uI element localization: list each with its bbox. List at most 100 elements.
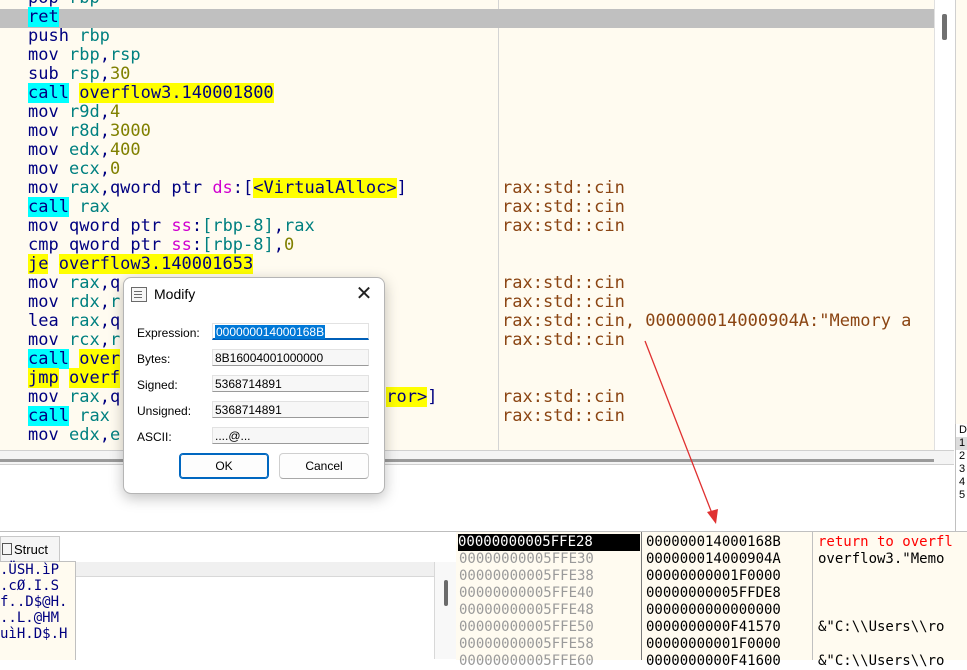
struct-view[interactable] (76, 562, 434, 659)
stack-address: 00000000005FFE40 (459, 585, 594, 601)
disasm-instruction: mov rax,q (28, 273, 121, 293)
disasm-instruction: mov rdx,r (28, 292, 121, 312)
disasm-comment: rax:std::cin (502, 197, 625, 217)
stack-address: 00000000005FFE50 (459, 619, 594, 635)
dialog-app-icon (131, 287, 147, 302)
signed-field[interactable]: 5368714891 (212, 375, 369, 392)
stack-row[interactable]: 00000000005FFE28 000000014000168B return t… (456, 534, 967, 551)
dialog-title: Modify (154, 286, 196, 302)
disasm-row[interactable]: mov rax,qword ptr ds:[<VirtualAlloc>] rax… (0, 178, 934, 199)
stack-value: 0000000000F41600 (646, 653, 781, 669)
stack-row[interactable]: 00000000005FFE60 0000000000F41600 &"C:\\Us… (456, 653, 967, 670)
disasm-row[interactable]: mov rbp,rsp (0, 46, 934, 66)
stack-view[interactable]: 00000000005FFE28 000000014000168B return t… (456, 531, 967, 669)
register-panel-edge: D 1 2 3 4 5 (955, 424, 967, 534)
dump-line: uìH.D$.H (0, 626, 68, 642)
disasm-instruction: call overflow3.140001800 (28, 83, 274, 103)
disasm-instruction: mov r8d,3000 (28, 121, 151, 141)
dump-ascii-column[interactable]: .ÜSH.ìP .cØ.I.S f..D$@H. ..L.@HM uìH.D$.… (0, 561, 76, 660)
ok-button[interactable]: OK (179, 453, 269, 479)
stack-address: 00000000005FFE60 (459, 653, 594, 669)
disasm-row[interactable]: ret (0, 7, 934, 28)
disasm-instruction: lea rax,q (28, 311, 121, 331)
signed-label: Signed: (137, 378, 178, 392)
panel-label: 4 (959, 476, 966, 488)
disasm-row[interactable]: pop rbp (0, 0, 934, 9)
unsigned-label: Unsigned: (137, 404, 192, 418)
panel-label: 5 (959, 489, 966, 501)
disasm-instruction: ret (28, 7, 59, 27)
stack-row[interactable]: 00000000005FFE58 00000000001F0000 (456, 636, 967, 653)
stack-address: 00000000005FFE30 (459, 551, 594, 567)
dump-line: ..L.@HM (0, 610, 60, 626)
close-icon[interactable]: ✕ (350, 281, 378, 307)
ascii-field[interactable]: ....@... (212, 427, 369, 444)
dump-line: .cØ.I.S (0, 578, 60, 594)
disasm-row[interactable]: call overflow3.140001800 (0, 83, 934, 104)
expression-field[interactable]: 000000014000168B (212, 323, 369, 340)
expression-label: Expression: (137, 326, 200, 340)
stack-comment: &"C:\\Users\\ro (818, 619, 945, 635)
stack-value: 000000014000168B (646, 534, 781, 550)
struct-icon (2, 543, 12, 555)
tab-struct-label: Struct (14, 542, 48, 557)
disasm-comment: rax:std::cin (502, 387, 625, 407)
stack-row[interactable]: 00000000005FFE40 00000000005FFDE8 (456, 585, 967, 602)
stack-value: 00000000001F0000 (646, 568, 781, 584)
stack-value: 000000014000904A (646, 551, 781, 567)
bytes-field[interactable]: 8B16004001000000 (212, 349, 369, 366)
stack-comment: return to overfl (818, 534, 953, 550)
disasm-comment: rax:std::cin, 000000014000904A:"Memory a (502, 311, 912, 331)
disasm-instruction: je overflow3.140001653 (28, 254, 254, 274)
stack-value: 00000000001F0000 (646, 636, 781, 652)
disasm-instruction: call rax (28, 197, 110, 217)
dump-line: .ÜSH.ìP (0, 562, 60, 578)
disasm-instruction: sub rsp,30 (28, 64, 131, 84)
disasm-instruction: call rax (28, 406, 110, 426)
stack-row[interactable]: 00000000005FFE38 00000000001F0000 (456, 568, 967, 585)
disasm-comment: rax:std::cin (502, 292, 625, 312)
disasm-instruction: mov edx,e (28, 425, 121, 445)
panel-label: 1 (956, 437, 967, 450)
struct-scrollbar[interactable] (434, 562, 457, 659)
disassembly-scrollbar[interactable] (934, 0, 955, 450)
struct-header (76, 562, 434, 577)
disasm-instruction: call over (28, 349, 121, 369)
disasm-instruction: jmp overf (28, 368, 121, 388)
disasm-instruction: cmp qword ptr ss:[rbp-8],0 (28, 235, 295, 255)
cancel-button[interactable]: Cancel (279, 453, 369, 479)
disasm-instruction: mov rax,qword ptr ds:[<VirtualAlloc>] (28, 178, 407, 198)
disasm-instruction: mov ecx,0 (28, 159, 121, 179)
expression-value: 000000014000168B (215, 325, 326, 339)
stack-row[interactable]: 00000000005FFE30 000000014000904A overflow… (456, 551, 967, 568)
panel-label: D (959, 424, 967, 436)
stack-value: 0000000000F41570 (646, 619, 781, 635)
stack-comment: overflow3."Memo (818, 551, 945, 567)
stack-row[interactable]: 00000000005FFE50 0000000000F41570 &"C:\\Us… (456, 619, 967, 636)
stack-row[interactable]: 00000000005FFE48 0000000000000000 (456, 602, 967, 619)
disasm-comment: rax:std::cin (502, 178, 625, 198)
ascii-label: ASCII: (137, 430, 172, 444)
scrollbar-thumb[interactable] (942, 14, 947, 40)
panel-label: 2 (959, 450, 966, 462)
disasm-comment: rax:std::cin (502, 406, 625, 426)
tab-struct[interactable]: Struct (0, 536, 60, 562)
disasm-instruction: mov qword ptr ss:[rbp-8],rax (28, 216, 315, 236)
disasm-comment: rax:std::cin (502, 216, 625, 236)
stack-comment: &"C:\\Users\\ro (818, 653, 945, 669)
disasm-row[interactable]: mov edx,400 (0, 140, 934, 161)
disasm-instruction: mov edx,400 (28, 140, 141, 160)
disasm-instruction: mov r9d,4 (28, 102, 121, 122)
stack-value: 00000000005FFDE8 (646, 585, 781, 601)
dump-line: f..D$@H. (0, 594, 68, 610)
unsigned-field[interactable]: 5368714891 (212, 401, 369, 418)
stack-address: 00000000005FFE58 (459, 636, 594, 652)
scrollbar-thumb[interactable] (444, 580, 448, 606)
stack-address: 00000000005FFE48 (459, 602, 594, 618)
disasm-comment: rax:std::cin (502, 273, 625, 293)
right-side-pane (955, 0, 967, 450)
disasm-comment: rax:std::cin (502, 330, 625, 350)
modify-dialog[interactable]: Modify ✕ Expression: 000000014000168B By… (123, 277, 385, 494)
disasm-row[interactable]: je overflow3.140001653 (0, 254, 934, 275)
panel-label: 3 (959, 463, 966, 475)
